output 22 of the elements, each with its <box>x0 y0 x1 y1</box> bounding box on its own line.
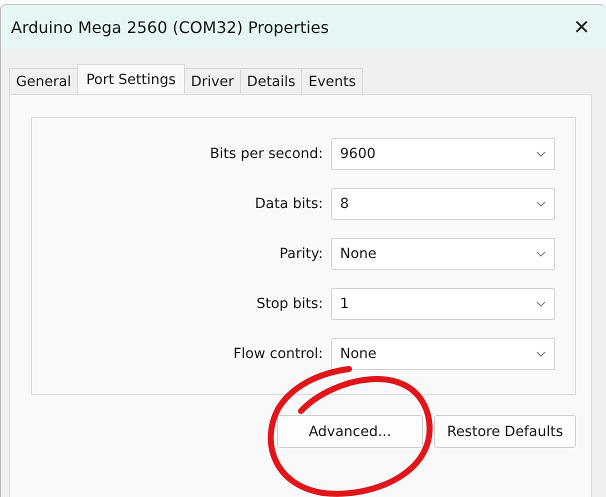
dropdown[interactable]: 9600 <box>331 138 555 170</box>
advanced-button[interactable]: Advanced... <box>276 415 423 448</box>
dropdown[interactable]: None <box>331 238 555 270</box>
chevron-down-icon <box>536 201 546 207</box>
window-title: Arduino Mega 2560 (COM32) Properties <box>11 18 329 36</box>
dropdown[interactable]: None <box>331 338 555 370</box>
chevron-down-icon <box>536 301 546 307</box>
tab[interactable]: General <box>9 68 78 94</box>
tab[interactable]: Events <box>301 68 363 94</box>
setting-label: Stop bits: <box>256 296 323 312</box>
dropdown[interactable]: 8 <box>331 188 555 220</box>
tab[interactable]: Port Settings <box>77 64 185 94</box>
close-button[interactable]: ✕ <box>569 15 594 39</box>
restore-defaults-button[interactable]: Restore Defaults <box>434 415 576 448</box>
setting-label: Data bits: <box>254 196 323 212</box>
dropdown[interactable]: 1 <box>331 288 555 320</box>
setting-label: Bits per second: <box>210 146 323 162</box>
chevron-down-icon <box>536 351 546 357</box>
chevron-down-icon <box>536 251 546 257</box>
setting-label: Flow control: <box>233 346 323 362</box>
chevron-down-icon <box>536 151 546 157</box>
setting-label: Parity: <box>279 246 323 262</box>
